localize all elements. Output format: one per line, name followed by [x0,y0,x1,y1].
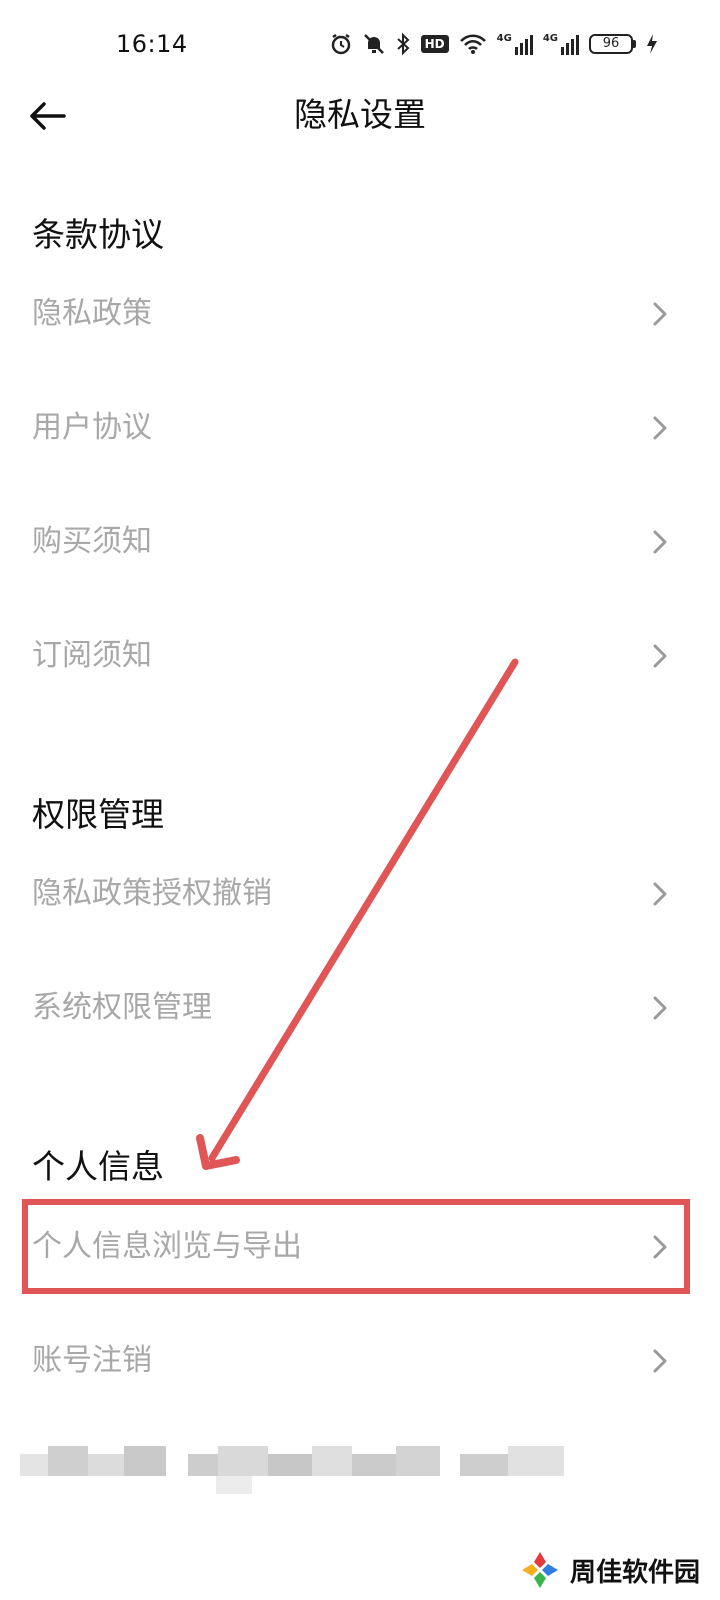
battery-level: 96 [589,34,633,54]
chevron-right-icon [648,1233,672,1261]
chevron-right-icon [648,414,672,442]
chevron-right-icon [648,994,672,1022]
settings-item-purchase-notice[interactable]: 购买须知 [0,502,720,582]
section-title-permissions: 权限管理 [32,795,164,834]
status-bar: 16:14 HD 4G 4G 96 [0,0,720,90]
chevron-right-icon [648,880,672,908]
chevron-right-icon [648,300,672,328]
settings-item-label: 隐私政策 [32,296,152,331]
mute-bell-icon [363,34,384,54]
page-title: 隐私设置 [294,95,426,134]
settings-item-subscription-notice[interactable]: 订阅须知 [0,616,720,696]
settings-item-user-agreement[interactable]: 用户协议 [0,388,720,468]
settings-item-label: 用户协议 [32,410,152,445]
alarm-icon [331,33,350,55]
settings-item-label: 订阅须知 [32,638,152,673]
battery-icon: 96 [589,34,636,54]
header-bar: 隐私设置 [0,80,720,154]
settings-item-account-deletion[interactable]: 账号注销 [0,1321,720,1401]
settings-item-label: 系统权限管理 [32,990,212,1025]
watermark-logo-icon [521,1552,558,1588]
hd-voice-badge: HD [420,35,449,53]
settings-item-system-permissions[interactable]: 系统权限管理 [0,968,720,1048]
bluetooth-icon [396,32,410,56]
chevron-right-icon [648,642,672,670]
chevron-right-icon [648,1347,672,1375]
chevron-right-icon [648,528,672,556]
section-title-personal-info: 个人信息 [32,1147,164,1186]
blurred-content [20,1440,580,1500]
watermark-text: 周佳软件园 [569,1557,700,1588]
status-time: 16:14 [116,30,188,58]
settings-item-label: 隐私政策授权撤销 [32,876,272,911]
status-icons: HD 4G 4G 96 [329,28,658,60]
charging-icon [647,34,657,54]
settings-item-privacy-policy[interactable]: 隐私政策 [0,274,720,354]
section-title-terms: 条款协议 [32,215,164,254]
settings-item-label: 购买须知 [32,524,152,559]
signal-icon-1: 4G [497,33,533,55]
signal-icon-2: 4G [543,33,579,55]
privacy-settings-screen: 16:14 HD 4G 4G 96 隐私设置 条款协议 隐私政策 用户协议 购买… [0,0,720,1600]
settings-item-label: 账号注销 [32,1343,152,1378]
wifi-icon [459,34,486,54]
watermark: 周佳软件园 [518,1548,700,1592]
settings-item-label: 个人信息浏览与导出 [32,1229,302,1264]
settings-item-revoke-authorization[interactable]: 隐私政策授权撤销 [0,854,720,934]
settings-item-personal-info-export[interactable]: 个人信息浏览与导出 [0,1207,720,1287]
